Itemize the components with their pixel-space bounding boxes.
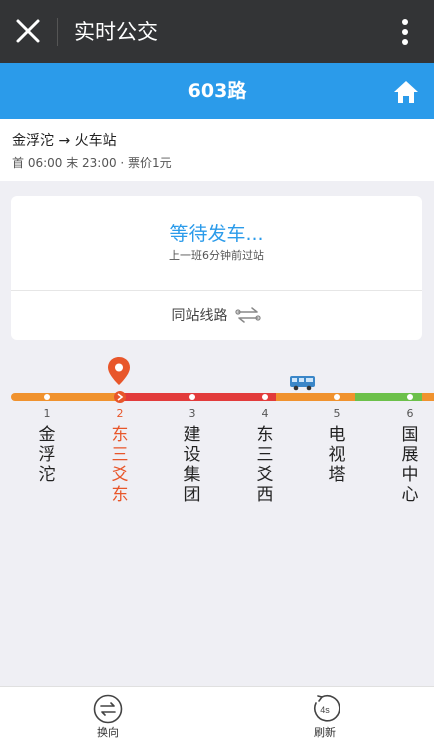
- stop-name: 建设集团: [183, 425, 201, 505]
- track-segment-slow: [276, 393, 355, 401]
- route-track: 1 金浮沱 2 东三爻东 3 建设集团 4 东三爻西 5 电视塔 6 国展中心: [0, 355, 434, 535]
- swap-direction-icon: [93, 694, 123, 724]
- page-title: 实时公交: [74, 20, 158, 44]
- stop-dot: [189, 394, 195, 400]
- more-options-icon[interactable]: [392, 17, 418, 47]
- track-segment-congested: [119, 393, 276, 401]
- refresh-button[interactable]: 4s 刷新: [275, 687, 375, 748]
- close-icon[interactable]: [14, 17, 42, 45]
- route-direction: 金浮沱 → 火车站: [12, 133, 117, 149]
- stop-dot: [407, 394, 413, 400]
- stop-item[interactable]: 6 国展中心: [395, 407, 425, 505]
- route-header: 603路: [0, 63, 434, 119]
- stop-number: 5: [333, 407, 341, 420]
- same-station-lines-label: 同站线路: [171, 308, 228, 324]
- title-bar: 实时公交: [0, 0, 434, 63]
- refresh-label: 刷新: [314, 726, 336, 739]
- stop-item[interactable]: 4 东三爻西: [250, 407, 280, 505]
- stop-number: 2: [116, 407, 124, 420]
- stop-name: 东三爻西: [256, 425, 274, 505]
- stop-dot: [262, 394, 268, 400]
- stop-number: 4: [261, 407, 269, 420]
- location-pin-icon: [108, 357, 130, 385]
- stop-number: 6: [406, 407, 414, 420]
- stop-number: 3: [188, 407, 196, 420]
- stop-name: 金浮沱: [38, 425, 56, 485]
- track-segment-slow: [422, 393, 434, 401]
- stop-item[interactable]: 5 电视塔: [322, 407, 352, 485]
- last-bus-info: 上一班6分钟前过站: [169, 249, 264, 262]
- home-icon[interactable]: [393, 79, 419, 105]
- bottom-toolbar: 换向 4s 刷新: [0, 686, 434, 748]
- title-divider: [57, 18, 58, 46]
- route-info: 金浮沱 → 火车站 首 06:00 末 23:00 · 票价1元: [0, 119, 434, 181]
- track-segment-slow: [11, 393, 119, 401]
- route-name: 603路: [187, 80, 247, 102]
- same-station-lines-button[interactable]: 同站线路: [11, 290, 422, 340]
- stop-item[interactable]: 3 建设集团: [177, 407, 207, 505]
- stop-name: 东三爻东: [111, 425, 129, 505]
- transfer-icon: [234, 307, 261, 323]
- stop-name: 国展中心: [401, 425, 419, 505]
- stop-item-current[interactable]: 2 东三爻东: [105, 407, 135, 505]
- bus-icon[interactable]: [289, 375, 316, 391]
- reverse-direction-button[interactable]: 换向: [58, 687, 158, 748]
- current-stop-arrow-icon: [114, 391, 126, 403]
- stop-item[interactable]: 1 金浮沱: [32, 407, 62, 485]
- arrival-status: 等待发车...: [169, 223, 264, 245]
- route-schedule: 首 06:00 末 23:00 · 票价1元: [12, 156, 172, 170]
- stop-dot: [44, 394, 50, 400]
- arrival-status-card: 等待发车... 上一班6分钟前过站 同站线路: [11, 196, 422, 340]
- refresh-countdown-icon: 4s: [314, 695, 340, 722]
- refresh-countdown: 4s: [320, 705, 330, 715]
- stop-number: 1: [43, 407, 51, 420]
- stop-dot: [334, 394, 340, 400]
- reverse-direction-label: 换向: [97, 726, 119, 739]
- stop-name: 电视塔: [328, 425, 346, 485]
